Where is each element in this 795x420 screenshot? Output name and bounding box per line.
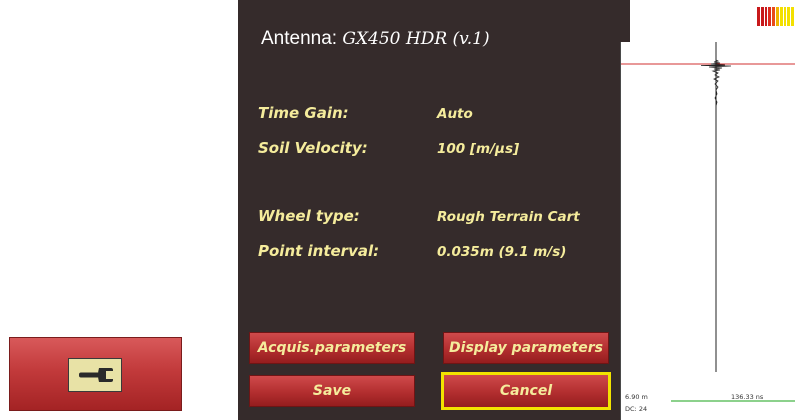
signal-led [760,7,764,26]
dc-label: DC: [625,405,637,413]
wrench-icon [79,368,113,382]
dc-readout: DC: 24 [625,405,647,413]
signal-led [764,7,768,26]
cancel-button[interactable]: Cancel [441,372,611,410]
signal-led [768,7,772,26]
wrench-tile [68,358,122,392]
settings-panel: Antenna: GX450 HDR (v.1) Time Gain: Auto… [238,0,630,420]
point-interval-value[interactable]: 0.035m (9.1 m/s) [437,244,566,260]
tools-button[interactable] [9,337,182,411]
antenna-model: GX450 HDR (v.1) [342,29,490,49]
signal-led [783,7,787,26]
distance-readout: 6.90 m [625,393,648,401]
dc-value: 24 [638,405,648,413]
wheel-type-label: Wheel type: [258,207,360,225]
time-readout: 136.33 ns [731,393,764,401]
display-parameters-button[interactable]: Display parameters [443,332,609,364]
time-gain-label: Time Gain: [258,104,349,122]
wheel-type-value[interactable]: Rough Terrain Cart [437,209,580,225]
antenna-label: Antenna: [261,28,338,49]
signal-level-meter [757,7,795,26]
signal-led [779,7,783,26]
antenna-title: Antenna: GX450 HDR (v.1) [261,28,490,50]
signal-led [772,7,775,26]
soil-velocity-value[interactable]: 100 [m/µs] [437,141,519,157]
soil-velocity-label: Soil Velocity: [258,139,368,157]
time-gain-value[interactable]: Auto [437,106,473,122]
signal-led [775,7,779,26]
point-interval-label: Point interval: [258,242,380,260]
acquis-parameters-button[interactable]: Acquis.parameters [249,332,415,364]
signal-led [787,7,791,26]
radar-trace-graphic [621,42,795,402]
signal-led [757,7,760,26]
radar-preview: 6.90 m 136.33 ns DC: 24 [620,42,795,420]
signal-led [791,7,794,26]
save-button[interactable]: Save [249,375,415,407]
